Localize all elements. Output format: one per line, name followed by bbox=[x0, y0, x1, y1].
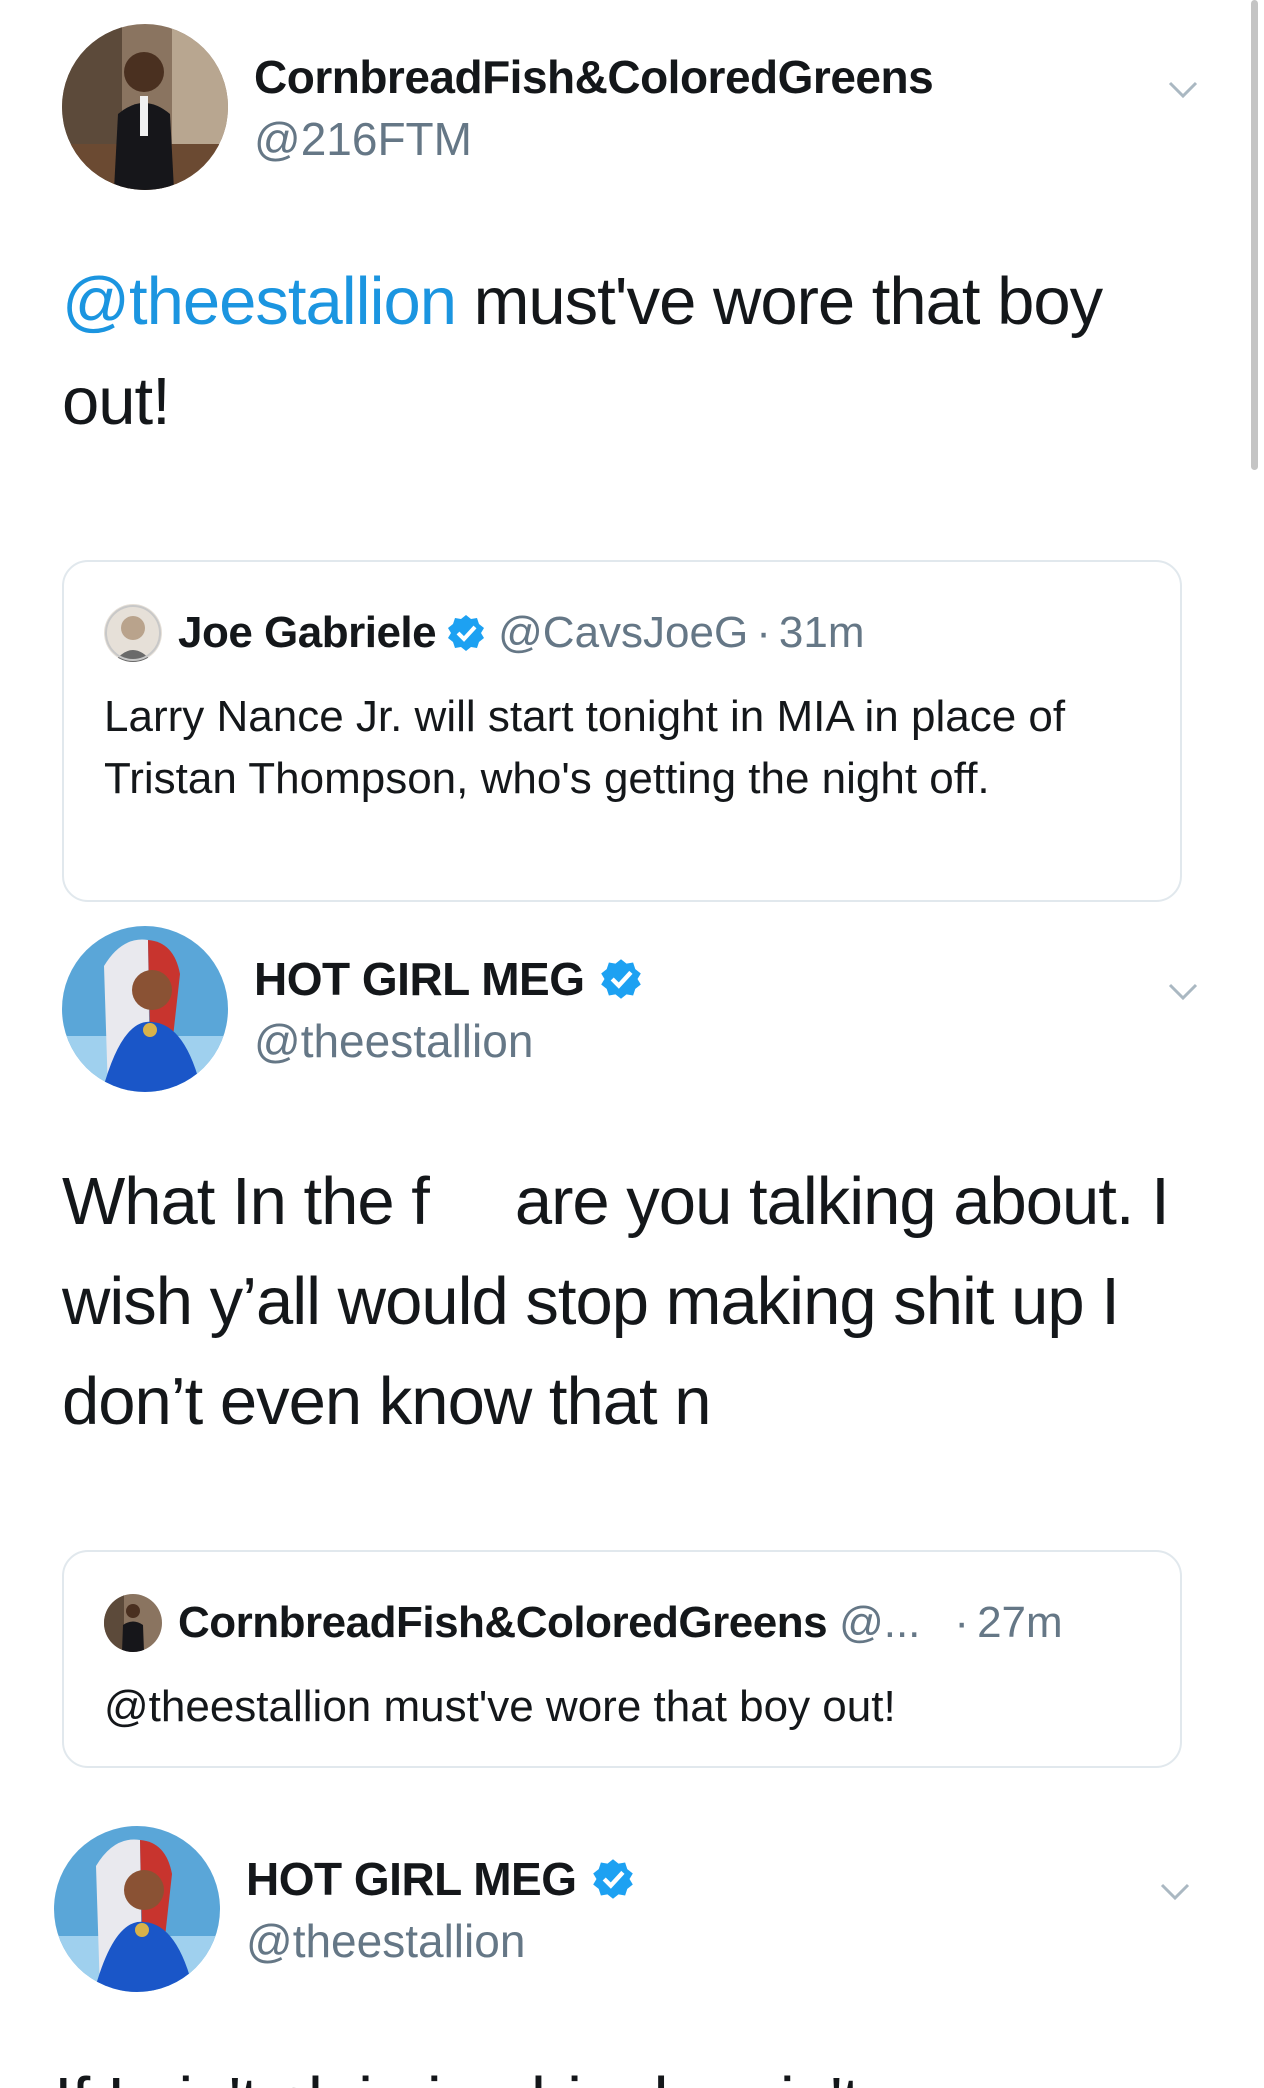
timeline: CornbreadFish&ColoredGreens @216FTM @the… bbox=[0, 0, 1264, 2088]
verified-badge-icon bbox=[600, 959, 641, 999]
display-name[interactable]: CornbreadFish&ColoredGreens bbox=[254, 50, 934, 104]
tweet-text: @theestallion must've wore that boy out! bbox=[62, 252, 1182, 452]
chevron-down-icon[interactable] bbox=[1156, 1872, 1194, 1910]
tweet-header: CornbreadFish&ColoredGreens @216FTM bbox=[62, 24, 1202, 194]
display-name[interactable]: HOT GIRL MEG bbox=[254, 952, 643, 1006]
mention-link[interactable]: @theestallion bbox=[62, 264, 457, 339]
quoted-display-name: Joe Gabriele bbox=[178, 608, 437, 657]
scrollbar[interactable] bbox=[1251, 0, 1258, 470]
quoted-tweet[interactable]: CornbreadFish&ColoredGreens @... · 27m @… bbox=[62, 1550, 1182, 1768]
verified-badge-icon bbox=[448, 615, 485, 651]
chevron-down-icon[interactable] bbox=[1164, 972, 1202, 1010]
tweet-text: If I ain't claiming him he ain't bbox=[54, 2052, 1174, 2088]
quoted-avatar bbox=[104, 604, 162, 662]
tweet-header: HOT GIRL MEG @theestallion bbox=[54, 1826, 1194, 1996]
quoted-tweet-header: Joe Gabriele @CavsJoeG · 31m bbox=[104, 604, 864, 662]
tweet-text-part: What In the f bbox=[62, 1164, 430, 1239]
quoted-timestamp: 27m bbox=[977, 1598, 1063, 1647]
quoted-tweet-header: CornbreadFish&ColoredGreens @... · 27m bbox=[104, 1594, 1063, 1652]
display-name-text: CornbreadFish&ColoredGreens bbox=[254, 51, 934, 103]
quoted-tweet[interactable]: Joe Gabriele @CavsJoeG · 31m Larry Nance… bbox=[62, 560, 1182, 902]
avatar[interactable] bbox=[54, 1826, 220, 1992]
quoted-handle: @... bbox=[839, 1598, 921, 1647]
quoted-handle: @CavsJoeG bbox=[498, 608, 749, 657]
display-name-text: HOT GIRL MEG bbox=[254, 953, 585, 1005]
tweet-text-body: If I ain't claiming him he ain't bbox=[54, 2064, 860, 2088]
display-name-text: HOT GIRL MEG bbox=[246, 1853, 577, 1905]
quoted-avatar bbox=[104, 1594, 162, 1652]
verified-badge-icon bbox=[592, 1859, 633, 1899]
user-handle[interactable]: @theestallion bbox=[246, 1914, 525, 1968]
avatar[interactable] bbox=[62, 24, 228, 190]
user-handle[interactable]: @theestallion bbox=[254, 1014, 533, 1068]
quoted-tweet-text: Larry Nance Jr. will start tonight in MI… bbox=[104, 692, 1066, 803]
quoted-display-name: CornbreadFish&ColoredGreens bbox=[178, 1598, 828, 1647]
tweet-header: HOT GIRL MEG @theestallion bbox=[62, 926, 1202, 1096]
display-name[interactable]: HOT GIRL MEG bbox=[246, 1852, 635, 1906]
quoted-timestamp: 31m bbox=[778, 608, 865, 657]
user-handle[interactable]: @216FTM bbox=[254, 112, 472, 166]
chevron-down-icon[interactable] bbox=[1164, 70, 1202, 108]
tweet-text: What In the f are you talking about. I wi… bbox=[62, 1152, 1182, 1452]
avatar[interactable] bbox=[62, 926, 228, 1092]
separator-dot: · bbox=[954, 1598, 970, 1647]
quoted-tweet-text: @theestallion must've wore that boy out! bbox=[104, 1682, 896, 1731]
separator-dot: · bbox=[756, 608, 771, 657]
